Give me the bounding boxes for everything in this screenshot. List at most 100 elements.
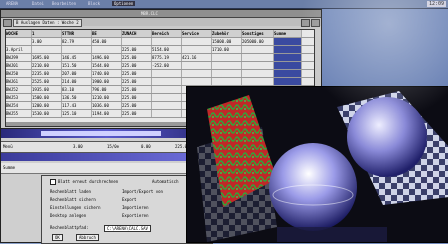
table-cell[interactable]: 450.00 bbox=[92, 38, 122, 45]
column-header[interactable]: WOCHE bbox=[6, 30, 32, 37]
menu-item-datei[interactable]: Datei bbox=[32, 1, 44, 6]
table-cell[interactable]: BWJ99 bbox=[6, 54, 32, 61]
table-cell[interactable]: 82.79 bbox=[62, 38, 92, 45]
table-cell[interactable]: 225.00 bbox=[122, 110, 152, 117]
option-exportieren[interactable]: Exportieren bbox=[122, 213, 149, 218]
table-cell[interactable] bbox=[274, 62, 302, 69]
table-cell[interactable] bbox=[274, 70, 302, 77]
table-cell[interactable]: BWJ50 bbox=[6, 70, 32, 77]
table-cell[interactable]: 225.00 bbox=[122, 102, 152, 109]
table-cell[interactable]: 1900.00 bbox=[92, 78, 122, 85]
table-cell[interactable] bbox=[182, 62, 212, 69]
table-cell[interactable] bbox=[92, 46, 122, 53]
table-cell[interactable]: 1496.00 bbox=[92, 54, 122, 61]
table-cell[interactable]: 225.00 bbox=[122, 94, 152, 101]
table-cell[interactable] bbox=[62, 46, 92, 53]
table-cell[interactable]: 2525.00 bbox=[32, 78, 62, 85]
table-cell[interactable]: 1544.00 bbox=[92, 62, 122, 69]
table-cell[interactable]: 2210.00 bbox=[32, 62, 62, 69]
table-cell[interactable] bbox=[242, 46, 274, 53]
option-save[interactable]: Rechenblatt sichern bbox=[50, 197, 96, 202]
option-load[interactable]: Rechenblatt laden bbox=[50, 189, 91, 194]
path-input[interactable]: C:\ARENA\CALC.SAV bbox=[104, 225, 151, 232]
table-cell[interactable]: 1210.00 bbox=[92, 94, 122, 101]
table-cell[interactable]: 1530.00 bbox=[32, 110, 62, 117]
table-cell[interactable]: BWJ53 bbox=[6, 94, 32, 101]
table-cell[interactable] bbox=[32, 46, 62, 53]
table-cell[interactable]: 125.10 bbox=[62, 110, 92, 117]
table-cell[interactable]: 8775.19 bbox=[152, 54, 182, 61]
table-cell[interactable]: 5154.00 bbox=[152, 46, 182, 53]
table-cell[interactable] bbox=[152, 110, 182, 117]
close-icon[interactable] bbox=[3, 19, 12, 27]
menu-item-arena[interactable]: ARENA bbox=[6, 1, 18, 6]
table-cell[interactable]: 1695.00 bbox=[32, 54, 62, 61]
table-cell[interactable]: 214.00 bbox=[62, 78, 92, 85]
table-cell[interactable]: 136.50 bbox=[62, 94, 92, 101]
table-cell[interactable]: BWJ01 bbox=[6, 62, 32, 69]
column-header[interactable]: STTNR bbox=[62, 30, 92, 37]
column-header[interactable]: Zubehör bbox=[212, 30, 242, 37]
sheet-tab[interactable]: B Auslagen Daten : Woche 2 bbox=[13, 19, 82, 27]
table-cell[interactable] bbox=[242, 62, 274, 69]
cancel-button[interactable]: Abbruch bbox=[76, 234, 99, 241]
column-header[interactable]: Sonstiges bbox=[242, 30, 274, 37]
table-cell[interactable] bbox=[212, 78, 242, 85]
table-cell[interactable]: 3.00 bbox=[32, 38, 62, 45]
column-header[interactable]: 1 bbox=[32, 30, 62, 37]
table-cell[interactable] bbox=[182, 70, 212, 77]
table-cell[interactable]: 117.43 bbox=[62, 102, 92, 109]
table-cell[interactable]: 225.00 bbox=[122, 86, 152, 93]
table-cell[interactable]: 1200.00 bbox=[32, 102, 62, 109]
table-cell[interactable] bbox=[152, 86, 182, 93]
table-cell[interactable]: 225.00 bbox=[122, 78, 152, 85]
table-cell[interactable]: 205000.00 bbox=[242, 38, 274, 45]
table-cell[interactable]: 3.April bbox=[6, 46, 32, 53]
table-cell[interactable]: 1935.00 bbox=[32, 86, 62, 93]
table-cell[interactable] bbox=[242, 54, 274, 61]
table-cell[interactable]: BWJ55 bbox=[6, 110, 32, 117]
minimize-icon[interactable] bbox=[311, 19, 320, 27]
table-cell[interactable]: 1710.00 bbox=[212, 46, 242, 53]
table-cell[interactable]: 1740.00 bbox=[92, 70, 122, 77]
table-cell[interactable] bbox=[242, 78, 274, 85]
column-header[interactable]: Bereich bbox=[152, 30, 182, 37]
table-cell[interactable]: 1036.00 bbox=[92, 102, 122, 109]
table-cell[interactable] bbox=[182, 46, 212, 53]
option-import[interactable]: Importieren bbox=[122, 205, 149, 210]
option-desktop[interactable]: Desktop anlegen bbox=[50, 213, 86, 218]
table-cell[interactable] bbox=[122, 38, 152, 45]
table-cell[interactable]: 207.00 bbox=[62, 70, 92, 77]
table-cell[interactable] bbox=[274, 54, 302, 61]
table-cell[interactable] bbox=[212, 54, 242, 61]
option-save-settings[interactable]: Einstellungen sichern bbox=[50, 205, 101, 210]
option-export[interactable]: Export bbox=[122, 197, 136, 202]
table-cell[interactable]: 1500.00 bbox=[32, 94, 62, 101]
render-window[interactable] bbox=[186, 86, 448, 243]
table-cell[interactable] bbox=[152, 38, 182, 45]
table-cell[interactable]: 1194.00 bbox=[92, 110, 122, 117]
table-cell[interactable]: 2235.00 bbox=[32, 70, 62, 77]
ok-button[interactable]: OK bbox=[52, 234, 63, 241]
column-header[interactable]: Service bbox=[182, 30, 212, 37]
table-cell[interactable]: 225.00 bbox=[122, 70, 152, 77]
table-cell[interactable]: 15000.00 bbox=[212, 38, 242, 45]
table-cell[interactable]: 225.00 bbox=[122, 54, 152, 61]
menu-item-block[interactable]: Block bbox=[88, 1, 100, 6]
option-import-export[interactable]: Import/Export von bbox=[122, 189, 163, 194]
table-cell[interactable] bbox=[212, 62, 242, 69]
table-cell[interactable]: 83.10 bbox=[62, 86, 92, 93]
table-cell[interactable] bbox=[274, 38, 302, 45]
table-cell[interactable]: 225.00 bbox=[122, 46, 152, 53]
option-recalculate[interactable]: Blatt erneut durchrechnen bbox=[50, 179, 118, 185]
table-cell[interactable]: 225.00 bbox=[122, 62, 152, 69]
table-cell[interactable] bbox=[152, 70, 182, 77]
table-cell[interactable] bbox=[6, 38, 32, 45]
table-cell[interactable] bbox=[182, 38, 212, 45]
column-header[interactable]: Summe bbox=[274, 30, 302, 37]
option-automatic[interactable]: Automatisch bbox=[152, 179, 179, 184]
table-cell[interactable] bbox=[152, 94, 182, 101]
table-cell[interactable] bbox=[152, 102, 182, 109]
table-cell[interactable]: 151.50 bbox=[62, 62, 92, 69]
table-cell[interactable]: 796.00 bbox=[92, 86, 122, 93]
